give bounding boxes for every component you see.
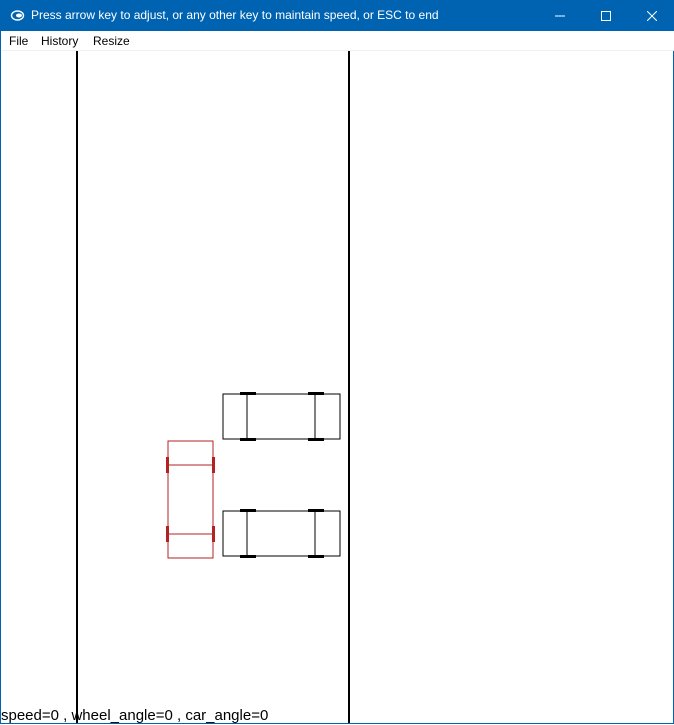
title-bar[interactable]: Press arrow key to adjust, or any other … [1,0,674,31]
simulation-canvas[interactable] [2,51,674,723]
wheel [166,457,169,473]
wheel [240,509,256,512]
wheel [212,526,215,542]
menu-resize[interactable]: Resize [93,33,130,49]
wheel [212,457,215,473]
minimize-button[interactable] [537,0,583,31]
wheel [240,392,256,395]
wheel [308,555,324,558]
wheel [166,526,169,542]
maximize-icon [601,10,611,21]
parked-car-rear [222,509,341,558]
app-window: Press arrow key to adjust, or any other … [0,0,674,724]
maximize-button[interactable] [583,0,629,31]
wheel [240,438,256,441]
player-car [166,440,215,559]
menu-bar: File History Resize [2,31,674,51]
menu-file[interactable]: File [9,33,28,49]
menu-history[interactable]: History [41,33,78,49]
window-title: Press arrow key to adjust, or any other … [31,8,439,22]
app-icon [10,10,25,21]
wheel [308,392,324,395]
status-readout: speed=0 , wheel_angle=0 , car_angle=0 [1,707,269,724]
close-button[interactable] [629,0,674,31]
minimize-icon [555,15,565,16]
close-icon [647,10,657,21]
wheel [308,509,324,512]
wheel [308,438,324,441]
wheel [240,555,256,558]
parked-car-front [222,392,341,441]
